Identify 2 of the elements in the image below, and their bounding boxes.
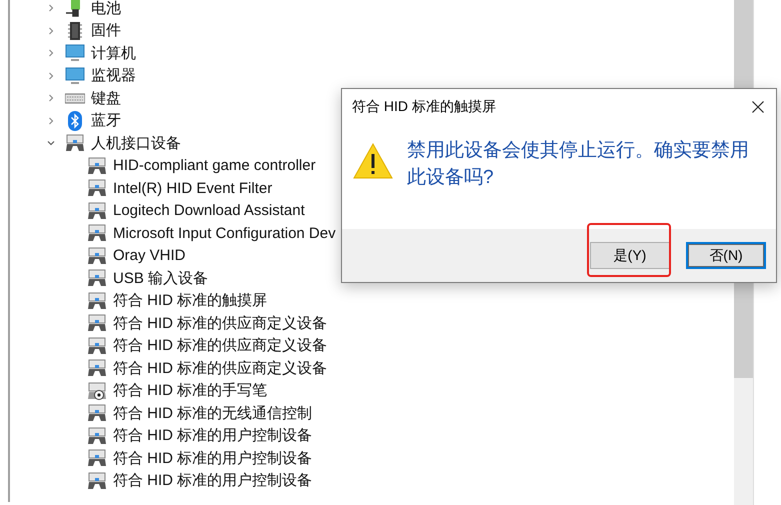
dialog-title: 符合 HID 标准的触摸屏 [352, 98, 496, 116]
dialog-message: 禁用此设备会使其停止运行。确实要禁用此设备吗? [407, 139, 750, 190]
